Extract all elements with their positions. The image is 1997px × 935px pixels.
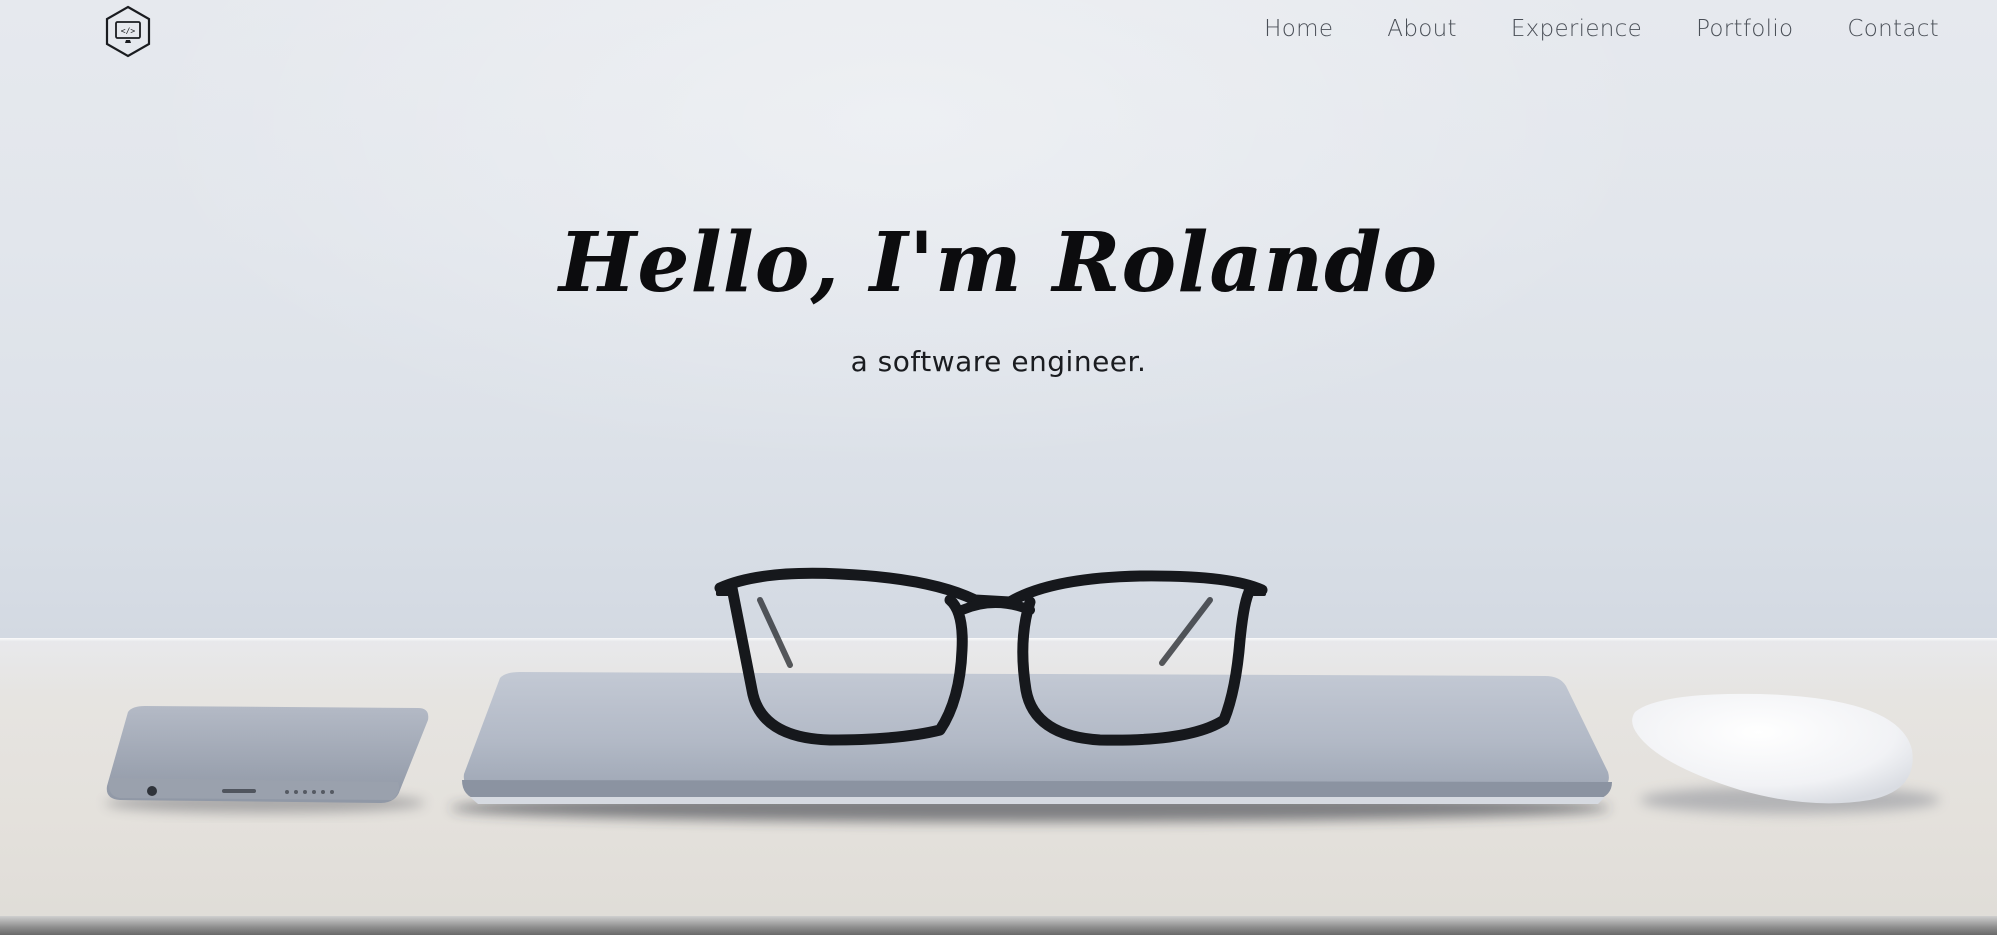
code-monitor-icon: </> [105,5,151,58]
desk-scene-illustration [105,567,1940,822]
nav-home-link[interactable]: Home [1264,16,1333,42]
nav-portfolio-link[interactable]: Portfolio [1696,16,1793,42]
mouse-image [1632,693,1913,804]
site-logo[interactable]: </> [104,5,152,58]
nav-experience-link[interactable]: Experience [1511,16,1642,42]
phone-image [106,706,429,803]
nav-about-link[interactable]: About [1387,16,1457,42]
main-navigation: Home About Experience Portfolio Contact [1264,16,1939,42]
hero-section: </> Home About Experience Portfolio Cont… [0,0,1997,935]
laptop-image [462,672,1612,804]
svg-text:</>: </> [121,27,136,36]
hero-title: Hello, I'm Rolando [558,215,1439,311]
nav-contact-link[interactable]: Contact [1847,16,1939,42]
hero-subtitle: a software engineer. [850,345,1147,378]
